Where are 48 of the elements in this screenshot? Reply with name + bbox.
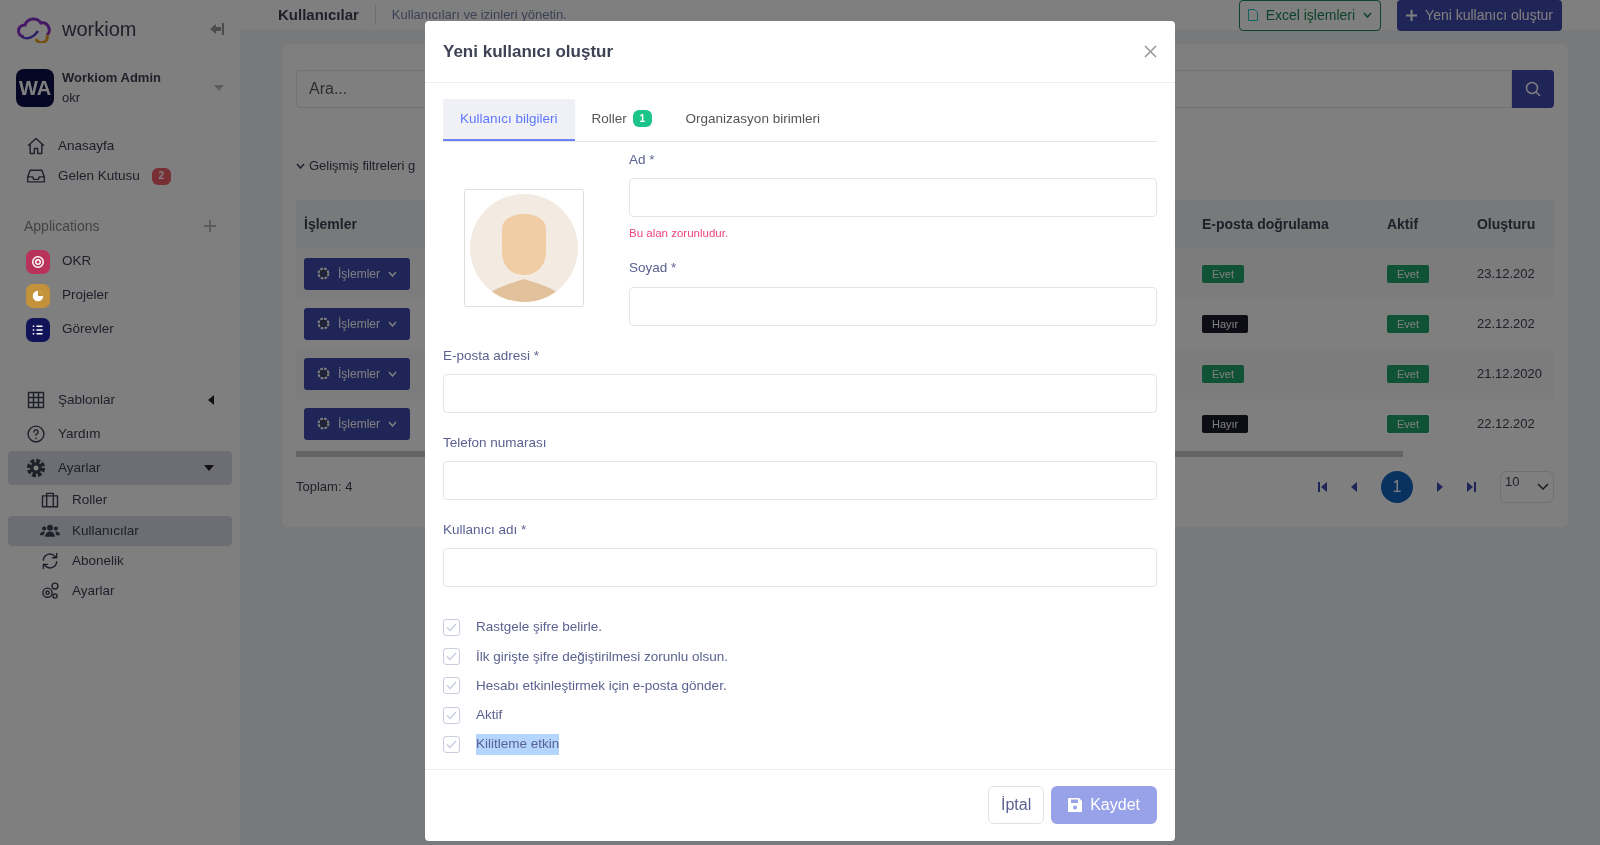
status-tag: Hayır	[1201, 314, 1249, 333]
field-label: Ad *	[629, 150, 656, 169]
menu-label: Yardım	[58, 424, 102, 443]
nav-label: Anasayfa	[58, 137, 115, 155]
field-label: E-posta adresi *	[443, 346, 541, 365]
table-cell-text: 22.12.202	[1475, 414, 1536, 433]
app-label: Görevler	[62, 320, 114, 339]
status-tag: Evet	[1386, 264, 1429, 283]
status-tag: Hayır	[1201, 414, 1249, 433]
count-badge: 2	[151, 167, 171, 185]
field-label: Soyad *	[629, 259, 678, 278]
column-header: Oluşturu	[1468, 199, 1554, 249]
column-header: İşlemler	[296, 199, 424, 249]
app-label: Projeler	[62, 286, 109, 305]
field-label: Kullanıcı adı *	[443, 521, 528, 539]
column-header: E-posta doğrulama	[1193, 199, 1379, 249]
table-cell-text: 22.12.202	[1475, 314, 1536, 333]
submenu-label: Kullanıcılar	[72, 521, 139, 540]
checkbox-label: İlk girişte şifre değiştirilmesi zorunlu olsun.	[476, 647, 729, 666]
user-name: Workiom Admin	[62, 69, 162, 87]
error-message: Bu alan zorunludur.	[629, 226, 730, 241]
nav-label: Gelen Kutusu	[58, 167, 140, 186]
column-header: Aktif	[1378, 199, 1469, 249]
submenu-label: Ayarlar	[72, 582, 115, 600]
total-count: Toplam: 4	[296, 477, 353, 496]
menu-label: Ayarlar	[58, 459, 102, 477]
count-badge: 1	[632, 110, 652, 128]
checkbox-label: Aktif	[476, 706, 503, 724]
user-avatar: WA	[16, 68, 54, 107]
status-tag: Evet	[1386, 364, 1429, 383]
page-subtitle: Kullanıcıları ve izinleri yönetin.	[391, 6, 568, 25]
checkbox-label: Rastgele şifre belirle.	[476, 618, 603, 637]
submenu-label: Roller	[72, 491, 108, 510]
status-tag: Evet	[1386, 414, 1429, 433]
checkbox-label: Kilitleme etkin	[476, 734, 560, 755]
submenu-label: Abonelik	[72, 551, 124, 570]
field-label: Telefon numarası	[443, 433, 548, 452]
app-label: OKR	[62, 252, 92, 271]
status-tag: Evet	[1201, 364, 1244, 383]
dialog-title: Yeni kullanıcı oluştur	[443, 41, 614, 63]
status-tag: Evet	[1386, 314, 1429, 333]
checkbox-label: Hesabı etkinleştirmek için e-posta gönder.	[476, 676, 727, 695]
workspace-name: okr	[62, 88, 82, 107]
page-title: Kullanıcılar	[278, 4, 359, 25]
menu-label: Şablonlar	[58, 390, 117, 409]
logo-text: workiom	[62, 17, 137, 42]
status-tag: Evet	[1201, 264, 1244, 283]
section-title: Applications	[24, 216, 100, 236]
